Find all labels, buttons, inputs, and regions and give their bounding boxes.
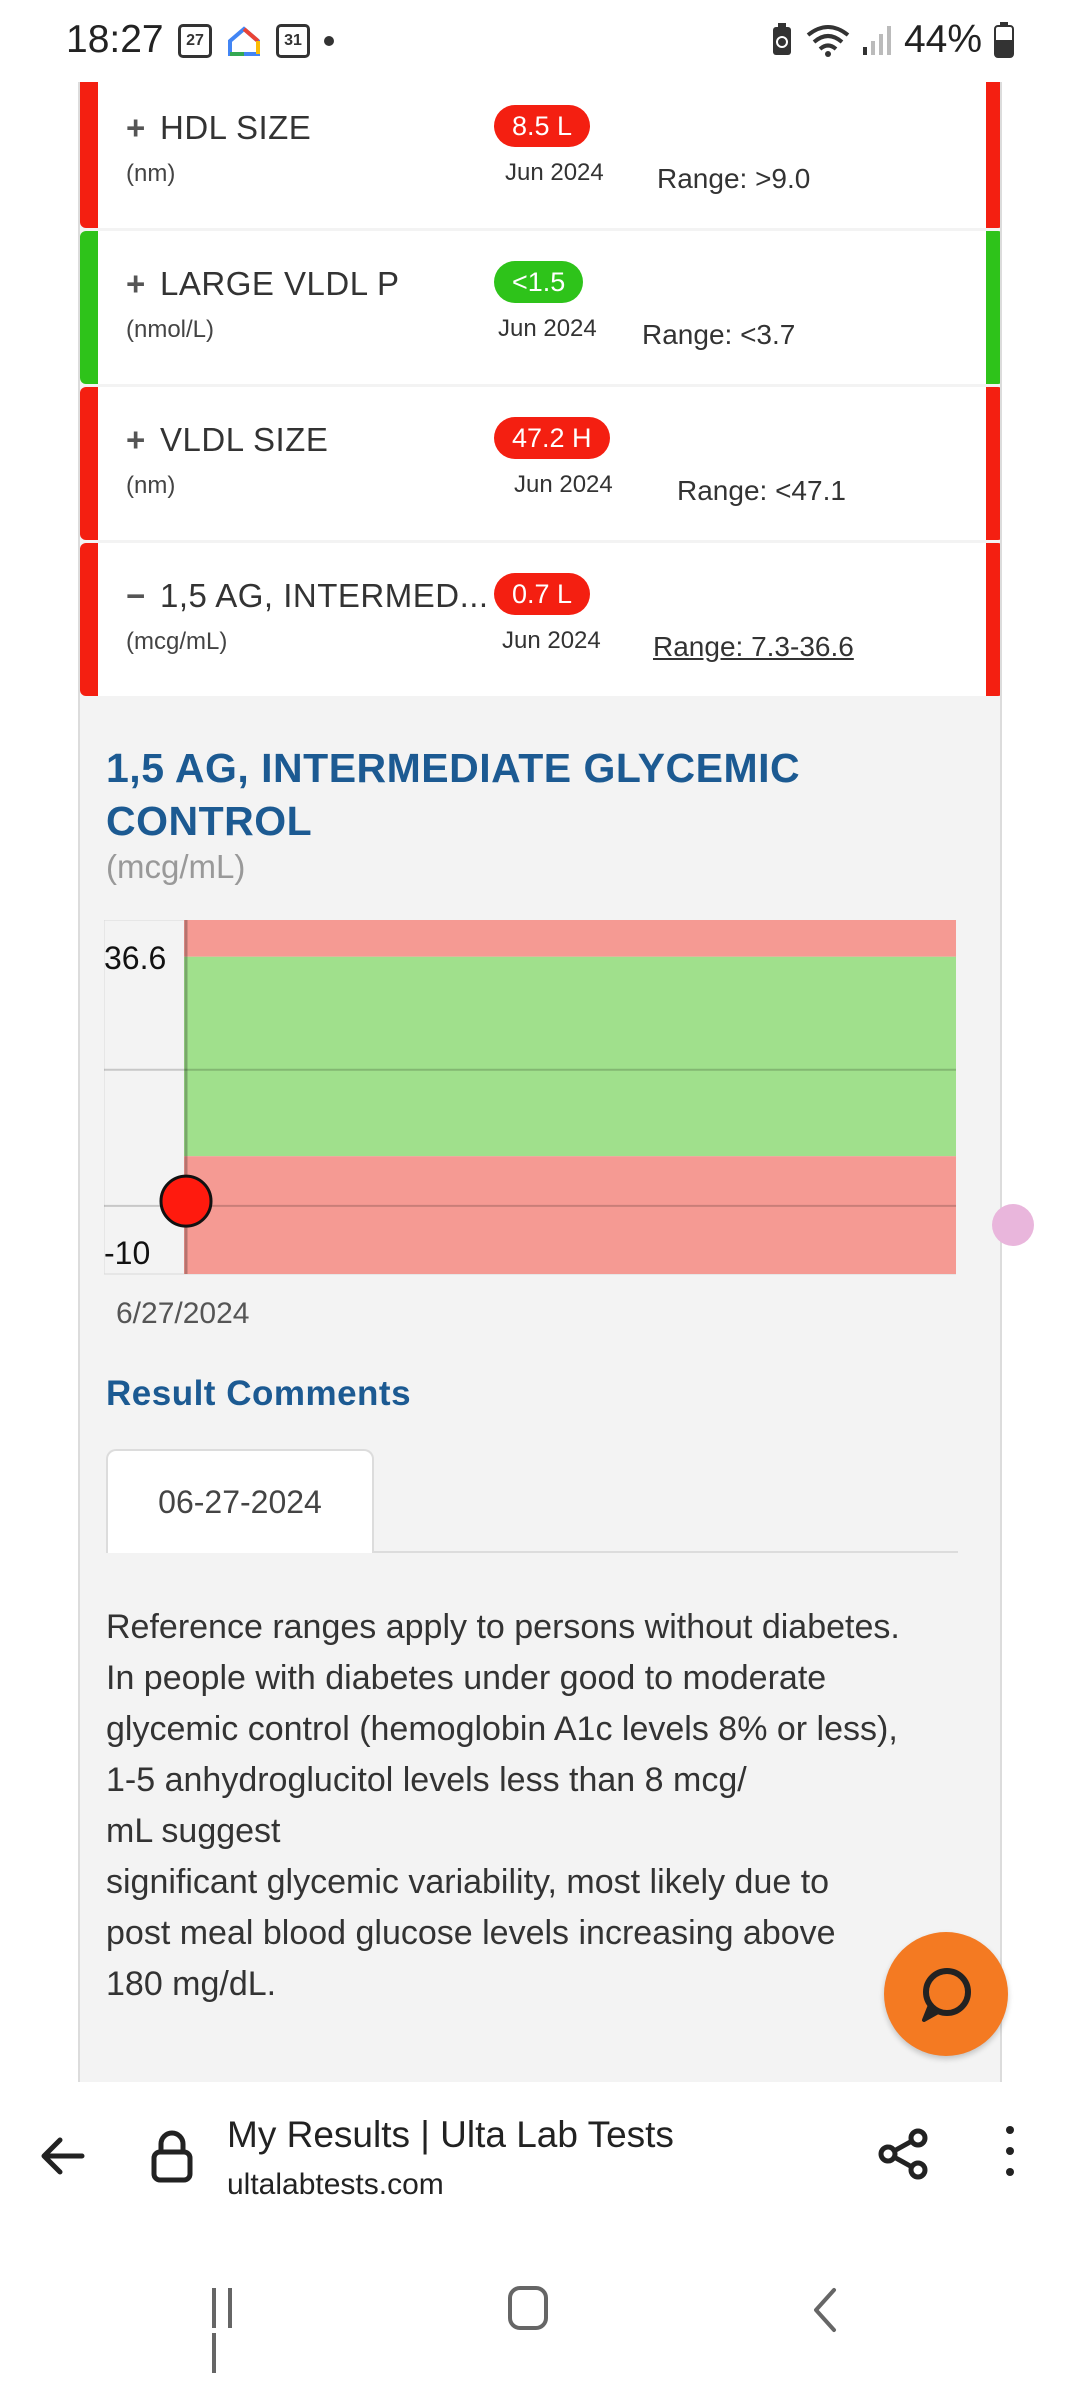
result-name[interactable]: + HDL SIZE [126,109,311,147]
expand-icon[interactable]: + [126,265,152,303]
result-name[interactable]: + LARGE VLDL P [126,265,400,303]
system-nav-bar [0,2232,1080,2400]
y-tick-label: 36.6 [104,940,166,976]
band-low [184,1156,956,1274]
scroll-indicator[interactable] [992,1204,1034,1246]
lock-icon[interactable] [150,2128,194,2184]
battery-percent: 44% [903,18,982,61]
result-comments-title: Result Comments [106,1374,412,1413]
status-bar-right [986,231,1000,384]
comment-text: Reference ranges apply to persons withou… [106,1608,900,2003]
status-bar-left [80,231,98,384]
wifi-icon [806,25,850,57]
result-range: Range: >9.0 [657,163,811,194]
result-value-badge: 47.2 H [494,417,610,459]
status-bar: 18:27 27 31 44% [0,0,1080,82]
result-value-badge: 8.5 L [494,105,591,147]
detail-title: 1,5 AG, INTERMEDIATE GLYCEMIC CONTROL [106,745,801,844]
band-normal [184,956,956,1157]
status-bar-right [986,82,1000,228]
result-name[interactable]: −1,5 AG, INTERMED... [126,577,489,615]
chat-icon [922,1968,971,2022]
status-bar-left [80,82,98,228]
page-title[interactable]: My Results | Ulta Lab Tests [227,2114,674,2156]
battery-saver-icon [772,23,791,55]
result-date: Jun 2024 [502,627,601,654]
home-icon[interactable] [508,2286,548,2330]
result-unit: (mcg/mL) [126,628,228,655]
collapse-icon[interactable]: − [126,577,152,615]
chart-svg: 36.6 -10 [104,920,956,1275]
expand-icon[interactable]: + [126,109,152,147]
result-row-hdl-size[interactable]: + HDL SIZE (nm) 8.5 L Jun 2024 Range: >9.… [80,82,1000,228]
chat-button[interactable] [884,1932,1008,2056]
result-range: Range: <47.1 [677,475,846,506]
google-home-icon [228,26,260,56]
x-tick-label: 6/27/2024 [116,1297,250,1330]
result-row-large-vldl-p[interactable]: + LARGE VLDL P (nmol/L) <1.5 Jun 2024 Ran… [80,231,1000,384]
status-bar-right [986,543,1000,696]
battery-icon [994,22,1014,58]
y-tick-label: -10 [104,1235,150,1271]
result-chart[interactable]: 36.6 -10 [104,920,956,1278]
result-unit: (nm) [126,160,176,187]
result-range-link[interactable]: Range: 7.3-36.6 [653,631,854,663]
nav-back-icon[interactable] [810,2286,840,2334]
result-row-1-5-ag[interactable]: −1,5 AG, INTERMED... (mcg/mL) 0.7 L Jun … [80,543,1000,696]
status-bar-left [80,387,98,540]
status-time: 18:27 [66,18,164,61]
back-arrow-icon[interactable] [36,2130,88,2182]
signal-icon [862,26,891,55]
band-high [184,920,956,957]
result-name[interactable]: + VLDL SIZE [126,421,328,459]
browser-toolbar: My Results | Ulta Lab Tests ultalabtests… [0,2082,1080,2232]
result-date: Jun 2024 [514,471,613,498]
status-right-icons: 44% [770,18,1014,62]
result-range: Range: <3.7 [642,319,796,350]
more-options-icon[interactable] [1000,2126,1020,2184]
results-page[interactable]: + HDL SIZE (nm) 8.5 L Jun 2024 Range: >9.… [78,82,1002,2127]
result-unit: (nmol/L) [126,316,215,343]
calendar-31-icon: 31 [276,24,310,58]
result-unit: (nm) [126,472,176,499]
data-point [159,1174,213,1228]
share-icon[interactable] [876,2126,932,2182]
result-value-badge: <1.5 [494,261,584,303]
notification-dot-icon [324,36,334,46]
status-left-icons: 27 31 [178,24,334,58]
page-url[interactable]: ultalabtests.com [227,2168,444,2202]
detail-unit: (mcg/mL) [106,848,246,885]
result-value-badge: 0.7 L [494,573,591,615]
result-row-vldl-size[interactable]: + VLDL SIZE (nm) 47.2 H Jun 2024 Range: <… [80,387,1000,540]
status-bar-left [80,543,98,696]
recent-apps-icon[interactable] [212,2288,254,2373]
expand-icon[interactable]: + [126,421,152,459]
result-date: Jun 2024 [498,315,597,342]
tab-comment-date[interactable]: 06-27-2024 [106,1449,374,1553]
result-date: Jun 2024 [505,159,604,186]
calendar-27-icon: 27 [178,24,212,58]
status-bar-right [986,387,1000,540]
